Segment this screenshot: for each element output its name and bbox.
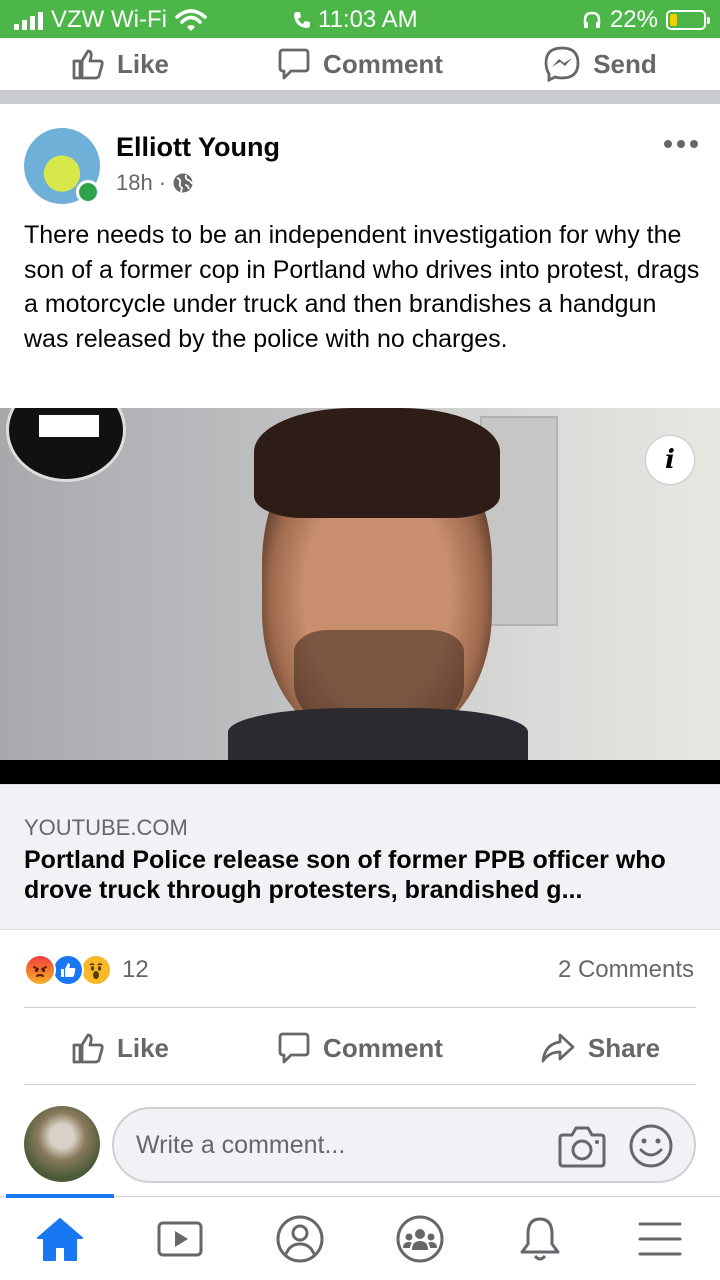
comment-icon xyxy=(278,1032,310,1064)
thumbs-up-icon xyxy=(72,49,104,80)
info-icon[interactable]: i xyxy=(646,436,694,484)
wow-reaction-icon xyxy=(80,954,112,986)
profile-icon xyxy=(276,1215,324,1263)
reaction-count: 12 xyxy=(122,956,149,983)
nav-profile[interactable] xyxy=(240,1198,360,1280)
share-icon xyxy=(541,1033,575,1063)
post-like-label: Like xyxy=(116,1032,170,1063)
channel-logo xyxy=(6,408,126,482)
comment-placeholder: Write a comment... xyxy=(136,1131,346,1159)
post-comment-button[interactable]: Comment xyxy=(240,1018,480,1078)
post-share-button[interactable]: Share xyxy=(480,1018,720,1078)
post-time[interactable]: 18h xyxy=(116,170,153,196)
bottom-nav xyxy=(0,1198,720,1280)
author-name[interactable]: Elliott Young xyxy=(116,132,280,163)
nav-groups[interactable] xyxy=(360,1198,480,1280)
send-label: Send xyxy=(593,48,657,79)
home-icon xyxy=(37,1218,83,1261)
thumbs-up-icon xyxy=(72,1033,104,1064)
status-bar: VZW Wi-Fi 11:03 AM 22% xyxy=(0,0,720,38)
like-label: Like xyxy=(116,48,170,79)
online-indicator xyxy=(76,180,100,204)
emoji-icon[interactable] xyxy=(628,1123,674,1169)
post-comment-label: Comment xyxy=(323,1032,443,1063)
nav-watch[interactable] xyxy=(120,1198,240,1280)
feed-separator xyxy=(0,90,720,104)
carrier-label: VZW Wi-Fi xyxy=(51,6,167,33)
nav-notifications[interactable] xyxy=(480,1198,600,1280)
link-preview[interactable]: YOUTUBE.COM Portland Police release son … xyxy=(0,784,720,930)
menu-icon xyxy=(638,1222,682,1256)
battery-percent: 22% xyxy=(609,6,658,33)
like-button[interactable]: Like xyxy=(0,38,240,90)
link-title: Portland Police release son of former PP… xyxy=(24,846,666,904)
user-avatar[interactable] xyxy=(24,1106,100,1182)
clock: 11:03 AM xyxy=(318,6,418,33)
post-like-button[interactable]: Like xyxy=(0,1018,240,1078)
headphones-icon xyxy=(583,11,601,28)
globe-icon xyxy=(173,173,193,193)
comment-count[interactable]: 2 Comments xyxy=(558,956,694,984)
messenger-icon xyxy=(544,46,580,83)
battery-icon xyxy=(666,10,710,30)
groups-icon xyxy=(396,1215,444,1263)
angry-reaction-icon xyxy=(24,954,56,986)
notifications-icon xyxy=(520,1217,560,1261)
comment-input[interactable]: Write a comment... xyxy=(112,1107,696,1183)
post-text: There needs to be an independent investi… xyxy=(24,221,700,353)
like-reaction-icon xyxy=(52,954,84,986)
video-thumbnail[interactable]: i xyxy=(0,408,720,784)
phone-icon xyxy=(294,12,310,28)
nav-menu[interactable] xyxy=(600,1198,720,1280)
comment-button[interactable]: Comment xyxy=(240,38,480,90)
watch-icon xyxy=(157,1221,203,1257)
comment-icon xyxy=(278,48,310,80)
wifi-icon xyxy=(175,9,207,31)
link-domain: YOUTUBE.COM xyxy=(24,815,188,840)
post-meta: 18h · xyxy=(116,170,194,196)
more-options-icon[interactable] xyxy=(664,140,698,148)
nav-home[interactable] xyxy=(0,1198,120,1280)
send-button[interactable]: Send xyxy=(480,38,720,90)
divider xyxy=(24,1084,696,1085)
meta-separator: · xyxy=(158,170,167,195)
divider xyxy=(24,1007,696,1008)
reactions-summary[interactable]: 12 xyxy=(24,954,149,986)
post-share-label: Share xyxy=(587,1032,661,1063)
comment-label: Comment xyxy=(323,48,443,79)
signal-icon xyxy=(14,10,43,30)
camera-icon[interactable] xyxy=(558,1123,606,1169)
post-actions: Like Comment Share xyxy=(0,1018,720,1078)
previous-post-actions: Like Comment Send xyxy=(0,38,720,90)
